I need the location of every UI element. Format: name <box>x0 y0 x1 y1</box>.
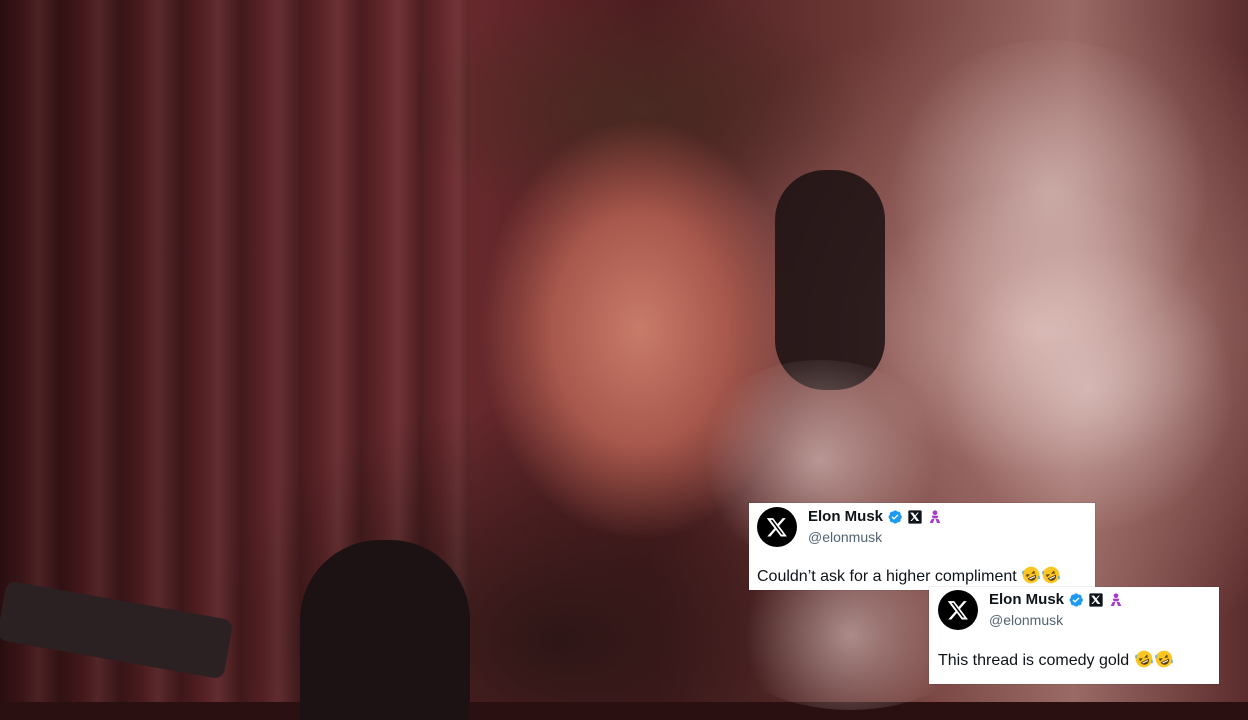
avatar[interactable] <box>757 507 797 547</box>
avatar[interactable] <box>938 590 978 630</box>
x-logo-icon <box>766 518 787 537</box>
verified-badge-icon <box>888 509 902 524</box>
display-name[interactable]: Elon Musk <box>808 508 883 525</box>
purple-person-badge-icon <box>1110 592 1122 606</box>
verified-badge-icon <box>1069 592 1083 607</box>
rolling-on-floor-laughing-emoji-icon <box>1022 566 1040 584</box>
tweet-body: This thread is comedy gold <box>938 649 1174 670</box>
display-name[interactable]: Elon Musk <box>989 591 1064 608</box>
tweet-card[interactable]: Elon Musk @elonmusk This thread is comed… <box>929 587 1219 684</box>
rolling-on-floor-laughing-emoji-icon <box>1154 650 1173 668</box>
microphone <box>300 540 470 720</box>
purple-person-badge-icon <box>929 509 941 523</box>
tweet-body: Couldn’t ask for a higher compliment <box>757 565 1061 586</box>
headphones <box>775 170 885 390</box>
rolling-on-floor-laughing-emoji-icon <box>1134 650 1153 668</box>
x-affiliate-badge-icon <box>908 509 922 524</box>
tweet-card[interactable]: Elon Musk @elonmusk Couldn’t ask for a h… <box>749 503 1095 590</box>
tweet-text: This thread is comedy gold <box>938 652 1130 669</box>
rolling-on-floor-laughing-emoji-icon <box>1042 566 1060 584</box>
tweet-text: Couldn’t ask for a higher compliment <box>757 568 1017 585</box>
handle[interactable]: @elonmusk <box>989 612 1063 628</box>
x-logo-icon <box>947 601 968 620</box>
smoke <box>940 250 1240 530</box>
name-row: Elon Musk <box>989 591 1124 608</box>
x-affiliate-badge-icon <box>1089 592 1103 607</box>
handle[interactable]: @elonmusk <box>808 529 882 545</box>
name-row: Elon Musk <box>808 508 943 525</box>
